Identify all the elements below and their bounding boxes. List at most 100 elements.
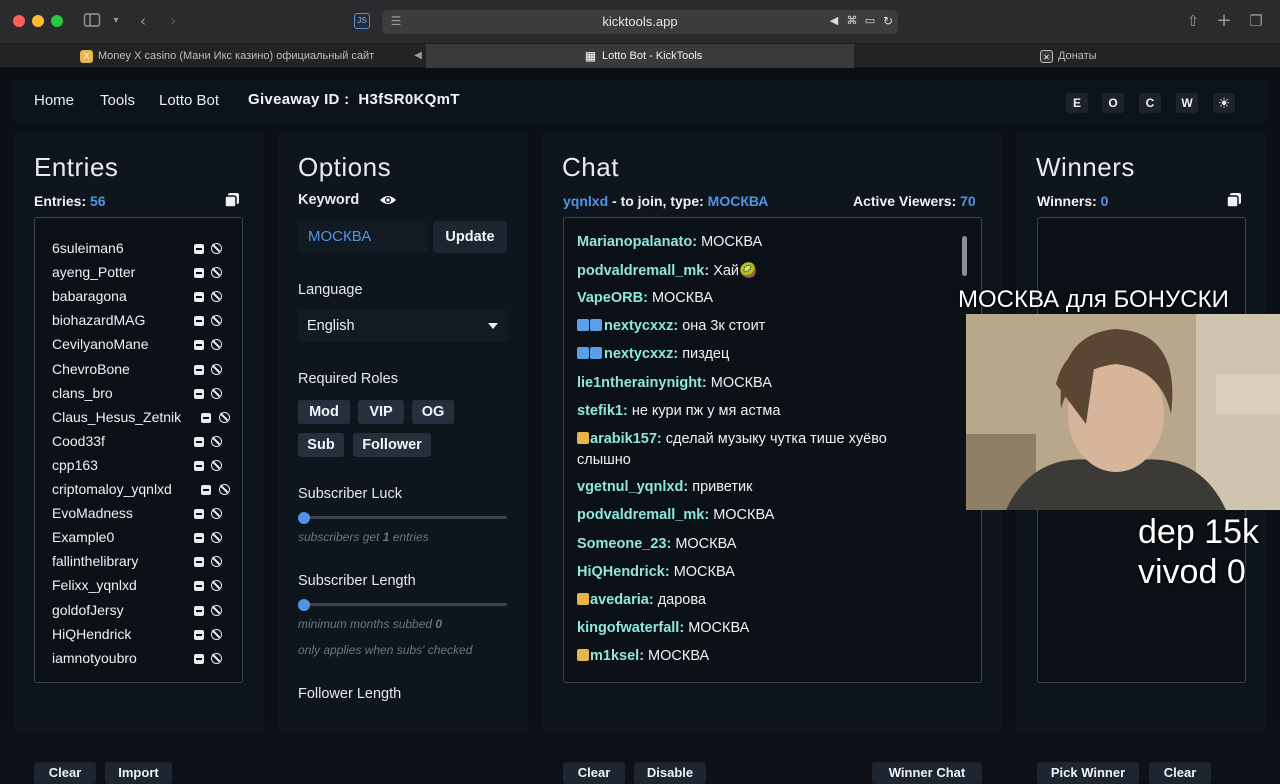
remove-entry-icon[interactable] [194,653,204,664]
winner-chat-button[interactable]: Winner Chat [872,762,982,784]
chat-username[interactable]: nextycxxz [604,346,673,362]
ban-entry-icon[interactable] [211,556,222,568]
chat-username[interactable]: VapeORB [577,290,643,306]
clear-winners-button[interactable]: Clear [1149,762,1211,784]
subscriber-luck-slider[interactable] [298,516,507,519]
ban-entry-icon[interactable] [219,411,230,423]
ban-entry-icon[interactable] [211,339,222,351]
layout-c-button[interactable]: C [1139,93,1161,113]
chat-username[interactable]: HiQHendrick [577,564,665,580]
ban-entry-icon[interactable] [211,628,222,640]
remove-entry-icon[interactable] [194,605,204,616]
subscriber-luck-thumb[interactable] [298,512,310,524]
share-icon[interactable]: ⇧ [1183,12,1203,32]
remove-entry-icon[interactable] [194,244,204,254]
layout-e-button[interactable]: E [1066,93,1088,113]
role-vip-toggle[interactable]: VIP [358,400,404,424]
language-select[interactable]: English [298,310,508,342]
pick-winner-button[interactable]: Pick Winner [1037,762,1139,784]
speaker-icon[interactable]: ◀ [824,12,844,32]
tab-money-x-casino[interactable]: X Money X casino (Мани Икс казино) офици… [80,44,425,68]
address-bar[interactable]: ☰ kicktools.app ◀ ⌘ ▭ ↻ [382,10,898,34]
sun-icon[interactable]: ☀ [1213,93,1235,113]
chat-username[interactable]: m1ksel [590,648,639,664]
chat-username[interactable]: nextycxxz [604,318,673,334]
role-follower-toggle[interactable]: Follower [353,433,431,457]
remove-entry-icon[interactable] [194,436,204,447]
tab-donations[interactable]: ✕ Донаты [1040,44,1240,68]
forward-icon[interactable]: › [163,12,183,32]
remove-entry-icon[interactable] [194,581,204,592]
chat-username[interactable]: podvaldremall_mk [577,263,704,279]
chat-username[interactable]: arabik157 [590,431,657,447]
remove-entry-icon[interactable] [194,509,204,520]
ban-entry-icon[interactable] [211,243,222,254]
subscriber-length-slider[interactable] [298,603,507,606]
remove-entry-icon[interactable] [201,412,211,423]
ban-entry-icon[interactable] [211,580,222,592]
reload-icon[interactable]: ↻ [878,12,898,32]
chat-username[interactable]: lie1ntherainynight [577,375,702,391]
role-mod-toggle[interactable]: Mod [298,400,350,424]
copy-entries-icon[interactable] [224,192,240,208]
translate-icon[interactable]: ⌘ [842,12,862,32]
zoom-window-button[interactable] [51,15,63,27]
reader-icon[interactable]: ▭ [860,12,880,32]
ban-entry-icon[interactable] [211,315,222,327]
sidebar-toggle-icon[interactable] [82,12,102,32]
remove-entry-icon[interactable] [194,292,204,303]
remove-entry-icon[interactable] [194,364,204,375]
remove-entry-icon[interactable] [194,629,204,640]
chat-username[interactable]: Someone_23 [577,536,666,552]
ban-entry-icon[interactable] [211,532,222,544]
import-entries-button[interactable]: Import [105,762,172,784]
ban-entry-icon[interactable] [211,291,222,303]
layout-o-button[interactable]: O [1102,93,1124,113]
js-extension-icon[interactable]: JS [354,13,370,29]
ban-entry-icon[interactable] [211,604,222,616]
ban-entry-icon[interactable] [211,267,222,279]
chevron-down-icon[interactable]: ▾ [106,12,126,32]
update-keyword-button[interactable]: Update [433,221,507,253]
remove-entry-icon[interactable] [194,316,204,327]
ban-entry-icon[interactable] [211,363,222,375]
tab-lotto-bot[interactable]: ▦ Lotto Bot - KickTools [426,44,854,68]
back-icon[interactable]: ‹ [133,12,153,32]
clear-entries-button[interactable]: Clear [34,762,96,784]
chat-username[interactable]: avedaria [590,592,649,608]
eye-icon[interactable] [379,194,397,206]
remove-entry-icon[interactable] [194,340,204,351]
chat-username[interactable]: stefik1 [577,403,623,419]
close-window-button[interactable] [13,15,25,27]
remove-entry-icon[interactable] [194,533,204,544]
role-og-toggle[interactable]: OG [412,400,454,424]
new-tab-icon[interactable]: + [1214,12,1234,32]
copy-winners-icon[interactable] [1226,192,1242,208]
ban-entry-icon[interactable] [211,387,222,399]
ban-entry-icon[interactable] [211,508,222,520]
ban-entry-icon[interactable] [211,435,222,447]
tab-overview-icon[interactable]: ❐ [1246,12,1266,32]
remove-entry-icon[interactable] [194,460,204,471]
keyword-input[interactable]: МОСКВА [298,221,428,253]
channel-name[interactable]: yqnlxd [563,193,608,209]
chat-username[interactable]: vgetnul_yqnlxd [577,479,683,495]
ban-entry-icon[interactable] [219,484,230,495]
remove-entry-icon[interactable] [201,485,211,495]
remove-entry-icon[interactable] [194,268,204,279]
disable-chat-button[interactable]: Disable [634,762,706,784]
subscriber-length-thumb[interactable] [298,599,310,611]
ban-entry-icon[interactable] [211,652,222,664]
role-sub-toggle[interactable]: Sub [298,433,344,457]
nav-tools-link[interactable]: Tools [100,92,135,109]
ban-entry-icon[interactable] [211,459,222,471]
chat-username[interactable]: podvaldremall_mk [577,507,704,523]
nav-lotto-bot-link[interactable]: Lotto Bot [159,92,219,109]
clear-chat-button[interactable]: Clear [563,762,625,784]
remove-entry-icon[interactable] [194,557,204,568]
remove-entry-icon[interactable] [194,388,204,399]
layout-w-button[interactable]: W [1176,93,1198,113]
nav-home-link[interactable]: Home [34,92,74,109]
chat-username[interactable]: Marianopalanato [577,234,692,250]
chat-username[interactable]: kingofwaterfall [577,620,679,636]
